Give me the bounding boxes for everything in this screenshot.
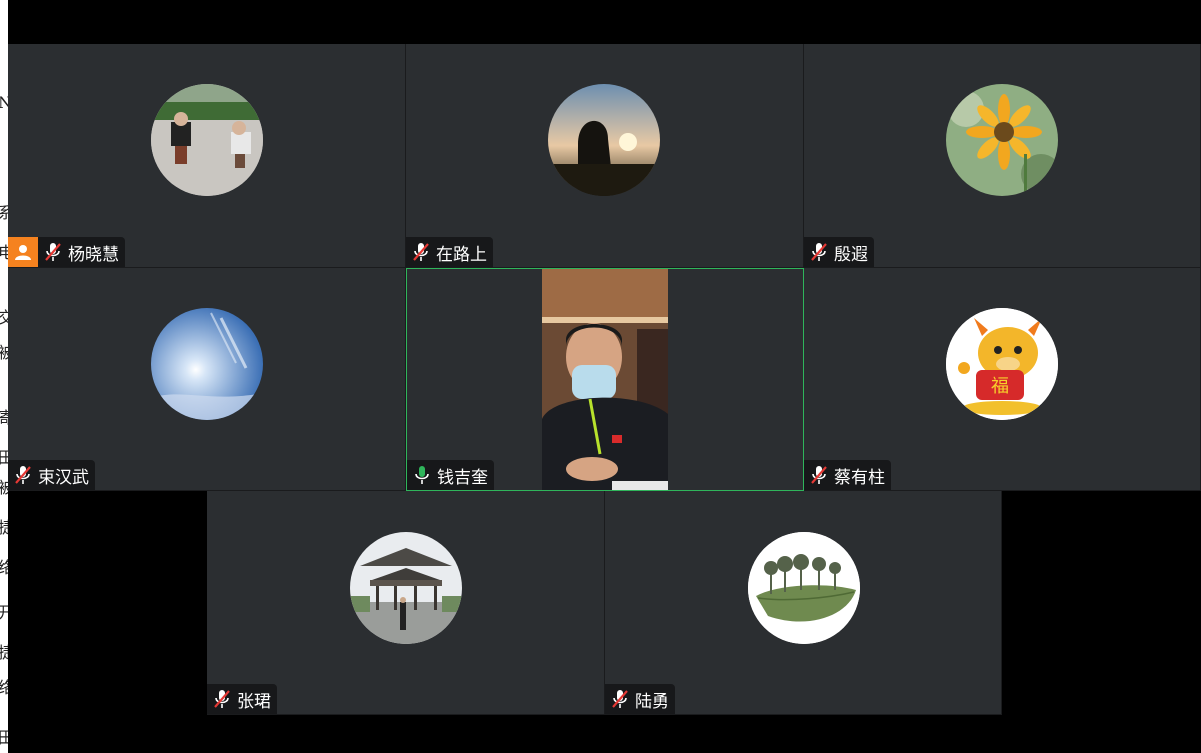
background-window-strip: N 系 电 交 被 寄 田 被 捷 络 开 捷 络 田 [0,0,8,753]
participant-avatar [151,84,263,196]
participant-avatar: 福 [946,308,1058,420]
participant-tile[interactable]: 陆勇 [605,491,1002,715]
mic-muted-icon[interactable] [808,464,830,486]
host-badge [8,237,38,267]
participant-tile[interactable]: 在路上 [406,44,804,268]
participant-tile[interactable]: 殷遐 [804,44,1201,268]
participant-video [542,269,668,490]
mic-active-icon[interactable] [411,464,433,486]
participant-namebar: 蔡有柱 [804,460,891,490]
participant-avatar [748,532,860,644]
mic-muted-icon[interactable] [410,241,432,263]
mic-muted-icon[interactable] [808,241,830,263]
participant-name: 钱吉奎 [437,467,488,487]
participant-name: 束汉武 [38,467,89,487]
participant-avatar [548,84,660,196]
participant-tile-active-speaker[interactable]: 钱吉奎 [406,268,804,491]
participant-namebar: 杨晓慧 [38,237,125,267]
participant-namebar: 陆勇 [605,684,675,714]
mic-muted-icon[interactable] [42,241,64,263]
mic-muted-icon[interactable] [211,688,233,710]
participant-avatar [350,532,462,644]
participant-namebar: 束汉武 [8,460,95,490]
mic-muted-icon[interactable] [12,464,34,486]
participant-tile[interactable]: 束汉武 [8,268,406,491]
participant-name: 殷遐 [834,244,868,264]
participant-avatar [946,84,1058,196]
participant-namebar: 钱吉奎 [407,460,494,490]
user-host-icon [15,245,31,260]
svg-text:福: 福 [991,376,1009,397]
participant-namebar: 张珺 [207,684,277,714]
participant-avatar [151,308,263,420]
participant-name: 杨晓慧 [68,244,119,264]
participant-namebar: 在路上 [406,237,493,267]
participant-name: 张珺 [237,691,271,711]
participant-name: 在路上 [436,244,487,264]
participant-name: 陆勇 [635,691,669,711]
participant-tile[interactable]: 福 蔡有柱 [804,268,1201,491]
participant-tile[interactable]: 杨晓慧 [8,44,406,268]
participant-name: 蔡有柱 [834,467,885,487]
mic-muted-icon[interactable] [609,688,631,710]
participant-tile[interactable]: 张珺 [207,491,605,715]
participant-namebar: 殷遐 [804,237,874,267]
